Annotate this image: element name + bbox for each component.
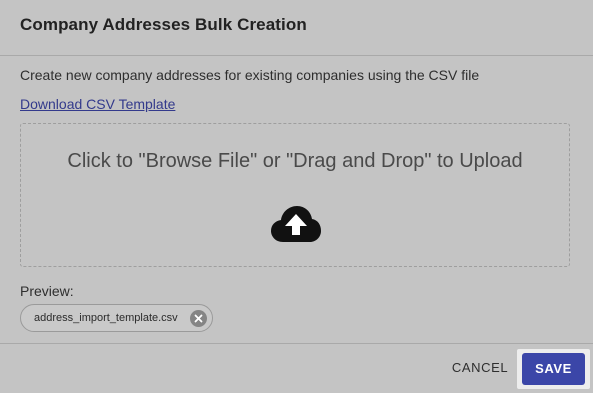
file-chip: address_import_template.csv [20,304,213,332]
close-circle-icon[interactable] [190,310,207,327]
dialog-description: Create new company addresses for existin… [20,67,480,83]
bulk-creation-dialog: Company Addresses Bulk Creation Create n… [0,0,593,392]
file-chip-filename: address_import_template.csv [34,312,178,324]
cancel-button[interactable]: CANCEL [446,354,514,382]
dropzone-instructions: Click to "Browse File" or "Drag and Drop… [67,150,523,172]
dialog-header: Company Addresses Bulk Creation [0,0,593,56]
preview-label: Preview: [20,283,74,299]
dialog-title: Company Addresses Bulk Creation [20,15,307,34]
cloud-upload-icon [270,204,322,244]
file-dropzone[interactable]: Click to "Browse File" or "Drag and Drop… [20,123,570,267]
save-button[interactable]: SAVE [522,353,585,385]
download-csv-template-link[interactable]: Download CSV Template [20,96,175,112]
dialog-footer: CANCEL SAVE [0,343,593,393]
